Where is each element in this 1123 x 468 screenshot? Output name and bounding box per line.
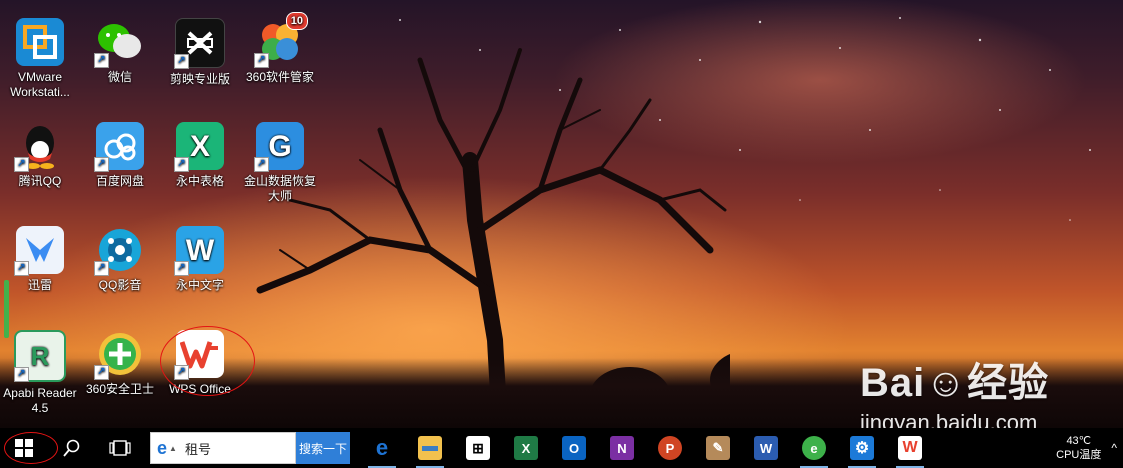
taskbar-app[interactable]: W: [742, 428, 790, 468]
yozo-writer-icon: W ↗: [174, 226, 224, 276]
taskbar-search-box[interactable]: e ▲: [150, 432, 296, 464]
taskbar-app[interactable]: X: [502, 428, 550, 468]
shortcut-arrow-icon: ↗: [14, 367, 29, 382]
360-software-manager-icon: 10 ↗: [254, 12, 308, 68]
powerpoint-icon: P: [658, 436, 682, 460]
desktop-icon-yozo-sheet[interactable]: X ↗ 永中表格: [160, 122, 240, 189]
qq-icon: ↗: [14, 122, 64, 172]
search-button[interactable]: [48, 428, 96, 468]
icon-label: 剪映专业版: [169, 72, 230, 86]
icon-label: VMware Workstati...: [10, 70, 70, 99]
notification-badge: 10: [285, 12, 308, 30]
baidu-jingyan-watermark: Bai☺经验 jingyan.baidu.com: [860, 350, 1049, 428]
desktop-icon-capcut[interactable]: ↗ 剪映专业版: [160, 18, 240, 87]
watermark-url: jingyan.baidu.com: [860, 410, 1038, 428]
shortcut-arrow-icon: ↗: [174, 54, 189, 69]
icon-label: 迅雷: [27, 278, 52, 292]
shortcut-arrow-icon: ↗: [254, 53, 269, 68]
shortcut-arrow-icon: ↗: [94, 53, 109, 68]
desktop-icon-qq-player[interactable]: ↗ QQ影音: [80, 226, 160, 293]
outlook-icon: O: [562, 436, 586, 460]
taskbar-app[interactable]: P: [646, 428, 694, 468]
onenote-icon: N: [610, 436, 634, 460]
desktop-icon-vmware[interactable]: VMware Workstati...: [0, 18, 80, 100]
360-safe-icon: ↗: [94, 330, 144, 380]
caret-icon: ▲: [169, 443, 177, 453]
icon-label: 360软件管家: [245, 70, 315, 84]
shortcut-arrow-icon: ↗: [174, 261, 189, 276]
shortcut-arrow-icon: ↗: [94, 261, 109, 276]
shortcut-arrow-icon: ↗: [94, 157, 109, 172]
word-icon: W: [754, 436, 778, 460]
cpu-temperature-value: 43℃: [1066, 435, 1092, 447]
shortcut-arrow-icon: ↗: [254, 157, 269, 172]
apabi-reader-icon: R ↗: [14, 330, 66, 382]
icon-label: 腾讯QQ: [18, 174, 62, 188]
shortcut-arrow-icon: ↗: [14, 261, 29, 276]
search-icon: [63, 439, 80, 457]
thunder-icon: ↗: [14, 226, 64, 276]
desktop-icon-yozo-writer[interactable]: W ↗ 永中文字: [160, 226, 240, 293]
shortcut-arrow-icon: ↗: [14, 157, 29, 172]
icon-label: 360安全卫士: [85, 382, 155, 396]
search-go-button[interactable]: 搜索一下: [296, 432, 350, 464]
qq-player-icon: ↗: [94, 226, 144, 276]
taskbar-app[interactable]: O: [550, 428, 598, 468]
cpu-temperature-widget[interactable]: 43℃ CPU温度: [1056, 434, 1101, 462]
yozo-sheet-icon: X ↗: [174, 122, 224, 172]
ie-icon: e: [157, 437, 168, 458]
desktop: VMware Workstati... ↗ 腾讯QQ ↗ 迅雷 R ↗ Apab…: [0, 0, 1123, 428]
taskbar-app[interactable]: ⊞: [454, 428, 502, 468]
shortcut-arrow-icon: ↗: [174, 157, 189, 172]
icon-label: 永中文字: [175, 278, 224, 292]
desktop-icon-kingsoft-data-recovery[interactable]: G ↗ 金山数据恢复大师: [240, 122, 320, 204]
shortcut-arrow-icon: ↗: [94, 365, 109, 380]
cpu-temperature-label: CPU温度: [1056, 449, 1102, 461]
edge-icon: e: [375, 435, 389, 460]
file-explorer-icon: [418, 436, 442, 460]
task-view-button[interactable]: [96, 428, 144, 468]
vmware-icon: [16, 18, 64, 66]
kingsoft-data-recovery-icon: G ↗: [254, 122, 304, 172]
taskbar: e ▲ 搜索一下 e ⊞ X O N P ✎ W e ⚙ W 43℃ CPU温度…: [0, 428, 1123, 468]
annotation-circle-wps: [160, 326, 255, 396]
desktop-icon-qq[interactable]: ↗ 腾讯QQ: [0, 122, 80, 189]
taskbar-app[interactable]: W: [886, 428, 934, 468]
360-browser-icon: e: [802, 436, 826, 460]
taskbar-pinned-apps: e ⊞ X O N P ✎ W e ⚙ W: [358, 428, 934, 468]
taskbar-app[interactable]: ⚙: [838, 428, 886, 468]
taskbar-app[interactable]: e: [790, 428, 838, 468]
desktop-icon-360-safe[interactable]: ↗ 360安全卫士: [80, 330, 160, 397]
chevron-up-icon[interactable]: ^: [1111, 441, 1117, 455]
excel-icon: X: [514, 436, 538, 460]
desktop-icon-wechat[interactable]: ↗ 微信: [80, 18, 160, 85]
capcut-icon: ↗: [174, 18, 225, 69]
icon-label: Apabi Reader 4.5: [3, 386, 77, 415]
wps-taskbar-icon: W: [898, 436, 922, 460]
desktop-icon-360-software-manager[interactable]: 10 ↗ 360软件管家: [240, 12, 320, 85]
system-tray: 43℃ CPU温度 ^: [1056, 428, 1123, 468]
icon-label: QQ影音: [98, 278, 142, 292]
settings-icon: ⚙: [850, 436, 874, 460]
store-icon: ⊞: [466, 436, 490, 460]
icon-label: 永中表格: [175, 174, 224, 188]
taskbar-search-input[interactable]: [182, 439, 277, 457]
wechat-icon: ↗: [94, 18, 144, 68]
icon-label: 金山数据恢复大师: [243, 174, 316, 203]
desktop-icon-apabi[interactable]: R ↗ Apabi Reader 4.5: [0, 330, 80, 416]
watermark-brand: Bai☺经验: [860, 361, 1050, 405]
paint-icon: ✎: [706, 436, 730, 460]
baidu-netdisk-icon: ↗: [94, 122, 144, 172]
taskbar-app[interactable]: [406, 428, 454, 468]
desktop-icon-baidu-netdisk[interactable]: ↗ 百度网盘: [80, 122, 160, 189]
taskbar-app[interactable]: ✎: [694, 428, 742, 468]
icon-label: 微信: [107, 70, 132, 84]
taskbar-app[interactable]: N: [598, 428, 646, 468]
task-view-icon: [109, 440, 131, 456]
icon-label: 百度网盘: [95, 174, 144, 188]
desktop-icon-thunder[interactable]: ↗ 迅雷: [0, 226, 80, 293]
taskbar-app[interactable]: e: [358, 428, 406, 468]
